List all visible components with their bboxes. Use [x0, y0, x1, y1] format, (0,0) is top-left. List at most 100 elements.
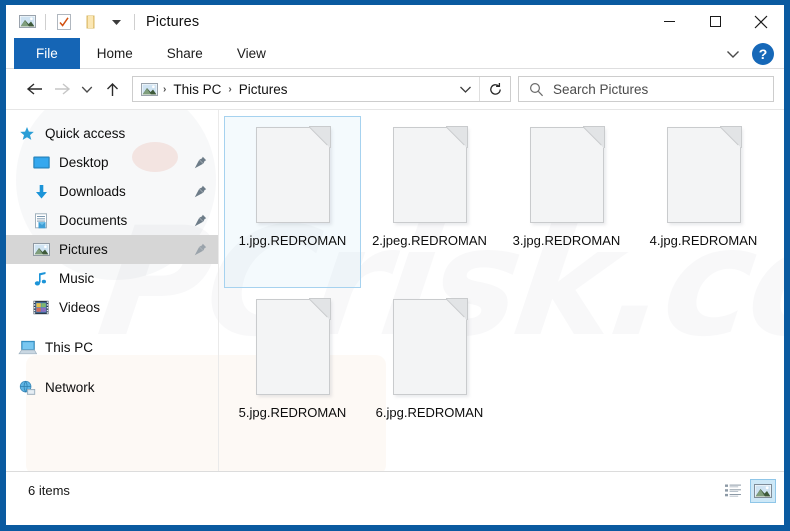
- sidebar-item-documents[interactable]: Documents: [6, 206, 218, 235]
- explorer-body: PCrisk.com Quick access Desktop Download…: [6, 109, 784, 471]
- sidebar-item-label: Network: [45, 380, 95, 395]
- close-button[interactable]: [738, 5, 784, 38]
- encrypted-file-icon: [392, 298, 468, 395]
- large-icons-view-button[interactable]: [750, 478, 776, 503]
- pin-icon[interactable]: [192, 184, 208, 200]
- sidebar-item-desktop[interactable]: Desktop: [6, 148, 218, 177]
- star-icon: [16, 124, 38, 144]
- tab-file[interactable]: File: [14, 38, 80, 69]
- minimize-button[interactable]: [646, 5, 692, 38]
- status-bar: 6 items: [6, 471, 784, 509]
- item-count-label: 6 items: [28, 483, 70, 498]
- sidebar-item-music[interactable]: Music: [6, 264, 218, 293]
- ribbon-right-controls: ?: [720, 38, 780, 69]
- breadcrumb-this-pc[interactable]: This PC: [170, 82, 224, 97]
- encrypted-file-icon: [255, 298, 331, 395]
- maximize-button[interactable]: [692, 5, 738, 38]
- view-buttons: [720, 478, 776, 503]
- file-item[interactable]: 4.jpg.REDROMAN: [635, 116, 772, 288]
- sidebar-item-pictures[interactable]: Pictures: [6, 235, 218, 264]
- refresh-button[interactable]: [480, 77, 510, 101]
- file-grid: 1.jpg.REDROMAN 2.jpeg.REDROMAN 3.jpg.RED…: [219, 116, 784, 460]
- sidebar-item-label: Desktop: [59, 155, 109, 170]
- this-pc-icon: [16, 338, 38, 358]
- sidebar-item-quick-access[interactable]: Quick access: [6, 119, 218, 148]
- file-name: 4.jpg.REDROMAN: [649, 233, 758, 248]
- encrypted-file-icon: [255, 126, 331, 223]
- encrypted-file-icon: [392, 126, 468, 223]
- new-folder-icon[interactable]: [77, 10, 103, 34]
- breadcrumb: › This PC › Pictures: [133, 82, 451, 97]
- forward-button[interactable]: [48, 75, 76, 103]
- sidebar-item-label: Documents: [59, 213, 128, 228]
- file-list-view[interactable]: 1.jpg.REDROMAN 2.jpeg.REDROMAN 3.jpg.RED…: [218, 110, 784, 471]
- breadcrumb-separator-2[interactable]: ›: [224, 84, 235, 95]
- sidebar-item-label: This PC: [45, 340, 94, 355]
- downloads-icon: [30, 182, 52, 202]
- file-item[interactable]: 1.jpg.REDROMAN: [224, 116, 361, 288]
- window-frame: Pictures File Home Share View ? › This P…: [0, 0, 790, 531]
- sidebar-item-videos[interactable]: Videos: [6, 293, 218, 322]
- pictures-library-icon[interactable]: [14, 10, 40, 34]
- desktop-icon: [30, 153, 52, 173]
- window-controls: [646, 5, 784, 38]
- pin-icon[interactable]: [192, 155, 208, 171]
- sidebar-item-downloads[interactable]: Downloads: [6, 177, 218, 206]
- customize-qat-dropdown-icon[interactable]: [103, 10, 129, 34]
- quick-access-toolbar: [14, 10, 140, 34]
- pictures-icon[interactable]: [140, 82, 159, 97]
- up-button[interactable]: [98, 75, 126, 103]
- file-item[interactable]: 6.jpg.REDROMAN: [361, 288, 498, 460]
- file-name: 3.jpg.REDROMAN: [512, 233, 621, 248]
- network-icon: [16, 378, 38, 398]
- documents-icon: [30, 211, 52, 231]
- videos-icon: [30, 298, 52, 318]
- details-view-button[interactable]: [720, 479, 746, 503]
- music-icon: [30, 269, 52, 289]
- address-bar: › This PC › Pictures Search Pictures: [6, 69, 784, 109]
- search-input[interactable]: Search Pictures: [553, 82, 648, 97]
- toolbar-separator-2: [134, 13, 135, 30]
- breadcrumb-bar[interactable]: › This PC › Pictures: [132, 76, 511, 102]
- pictures-icon: [30, 240, 52, 260]
- sidebar-gap-2: [6, 362, 218, 373]
- toolbar-separator: [45, 13, 46, 30]
- pin-icon[interactable]: [192, 242, 208, 258]
- ribbon-tab-bar: File Home Share View ?: [6, 38, 784, 69]
- encrypted-file-icon: [529, 126, 605, 223]
- chevron-down-icon[interactable]: [720, 42, 746, 66]
- sidebar-item-label: Downloads: [59, 184, 126, 199]
- sidebar-item-label: Music: [59, 271, 95, 286]
- pin-icon[interactable]: [192, 213, 208, 229]
- address-dropdown-icon[interactable]: [451, 77, 479, 101]
- sidebar-item-network[interactable]: Network: [6, 373, 218, 402]
- tab-share[interactable]: Share: [150, 38, 220, 69]
- tab-view[interactable]: View: [220, 38, 283, 69]
- recent-locations-button[interactable]: [76, 75, 98, 103]
- sidebar-item-label: Videos: [59, 300, 101, 315]
- sidebar-item-label: Pictures: [59, 242, 108, 257]
- sidebar-item-this-pc[interactable]: This PC: [6, 333, 218, 362]
- navigation-pane: Quick access Desktop Downloads Documents…: [6, 110, 218, 471]
- sidebar-gap-1: [6, 322, 218, 333]
- file-name: 6.jpg.REDROMAN: [375, 405, 484, 420]
- file-name: 1.jpg.REDROMAN: [238, 233, 347, 248]
- breadcrumb-separator-1[interactable]: ›: [159, 84, 170, 95]
- help-button[interactable]: ?: [752, 42, 774, 65]
- file-name: 5.jpg.REDROMAN: [238, 405, 347, 420]
- window-title: Pictures: [146, 13, 200, 30]
- file-item[interactable]: 3.jpg.REDROMAN: [498, 116, 635, 288]
- properties-icon[interactable]: [51, 10, 77, 34]
- file-name: 2.jpeg.REDROMAN: [372, 233, 487, 248]
- search-box[interactable]: Search Pictures: [518, 76, 774, 102]
- file-item[interactable]: 2.jpeg.REDROMAN: [361, 116, 498, 288]
- encrypted-file-icon: [666, 126, 742, 223]
- title-bar[interactable]: Pictures: [6, 5, 784, 38]
- back-button[interactable]: [20, 75, 48, 103]
- file-item[interactable]: 5.jpg.REDROMAN: [224, 288, 361, 460]
- search-icon: [519, 77, 553, 101]
- breadcrumb-pictures[interactable]: Pictures: [236, 82, 291, 97]
- sidebar-item-label: Quick access: [45, 126, 126, 141]
- tab-home[interactable]: Home: [80, 38, 150, 69]
- explorer-window: Pictures File Home Share View ? › This P…: [6, 5, 784, 525]
